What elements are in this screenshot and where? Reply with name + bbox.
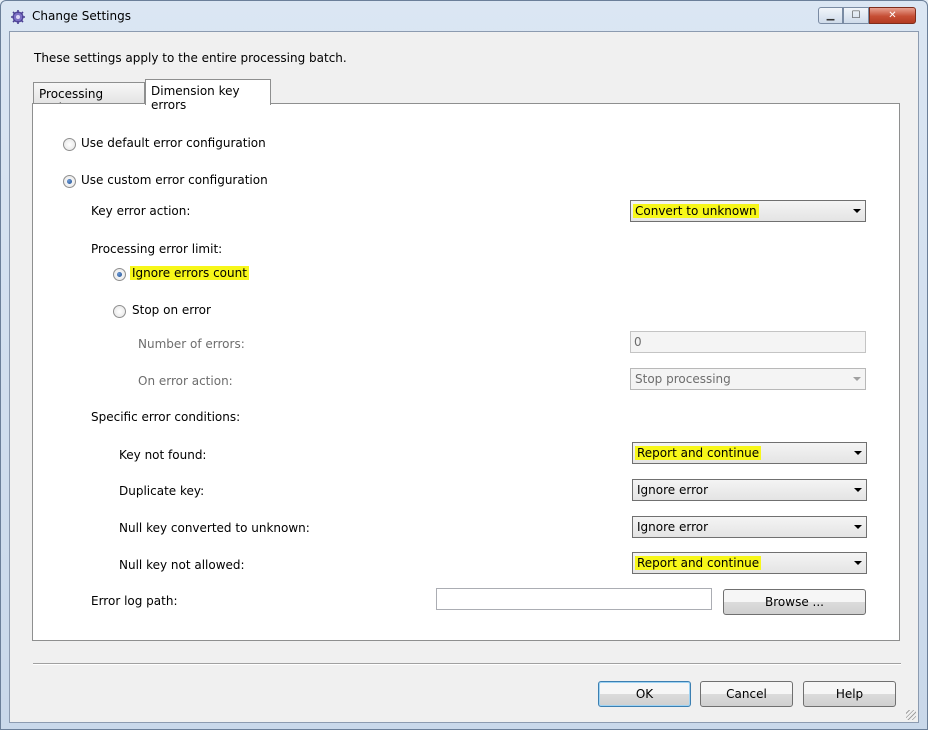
tab-dimension-key-errors[interactable]: Dimension key errors xyxy=(145,79,271,112)
dimension-key-errors-panel: Use default error configuration Use cust… xyxy=(32,103,900,641)
close-button[interactable]: ✕ xyxy=(869,7,916,24)
null-key-converted-value: Ignore error xyxy=(637,520,709,534)
custom-config-radio[interactable] xyxy=(63,175,76,188)
close-icon: ✕ xyxy=(888,10,897,21)
cancel-button-label: Cancel xyxy=(726,687,767,701)
chevron-down-icon xyxy=(854,451,862,455)
settings-gear-icon xyxy=(11,10,25,24)
custom-config-label[interactable]: Use custom error configuration xyxy=(81,173,268,187)
duplicate-key-value: Ignore error xyxy=(637,483,709,497)
duplicate-key-label: Duplicate key: xyxy=(119,484,205,498)
cancel-button[interactable]: Cancel xyxy=(700,681,793,707)
help-button[interactable]: Help xyxy=(803,681,896,707)
minimize-button[interactable]: ▁ xyxy=(818,7,843,24)
chevron-down-icon xyxy=(853,209,861,213)
null-key-converted-select[interactable]: Ignore error xyxy=(632,516,867,538)
specific-conditions-label: Specific error conditions: xyxy=(91,410,241,424)
error-log-path-label: Error log path: xyxy=(91,594,178,608)
intro-text: These settings apply to the entire proce… xyxy=(34,51,347,65)
tab-processing-options[interactable]: Processing options xyxy=(33,82,145,115)
browse-button-label: Browse ... xyxy=(765,595,824,609)
null-key-not-allowed-select[interactable]: Report and continue xyxy=(632,552,867,574)
key-not-found-value: Report and continue xyxy=(635,446,762,460)
on-error-action-select[interactable]: Stop processing xyxy=(630,368,866,390)
help-button-label: Help xyxy=(835,687,864,701)
on-error-action-value: Stop processing xyxy=(635,372,731,386)
key-error-action-label: Key error action: xyxy=(91,204,191,218)
change-settings-window: Change Settings ▁ ☐ ✕ These settings app… xyxy=(0,0,928,730)
default-config-label[interactable]: Use default error configuration xyxy=(81,136,266,150)
ok-button-label: OK xyxy=(635,687,654,701)
chevron-down-icon xyxy=(853,377,861,381)
number-of-errors-label: Number of errors: xyxy=(138,337,245,351)
ignore-errors-radio[interactable] xyxy=(113,268,126,281)
maximize-button[interactable]: ☐ xyxy=(843,7,869,24)
footer-separator xyxy=(33,663,901,665)
window-title: Change Settings xyxy=(32,9,131,23)
stop-on-error-radio[interactable] xyxy=(113,305,126,318)
error-log-path-input[interactable] xyxy=(436,588,712,610)
title-bar[interactable]: Change Settings ▁ ☐ ✕ xyxy=(1,1,927,31)
key-error-action-value: Convert to unknown xyxy=(633,204,759,218)
null-key-not-allowed-value: Report and continue xyxy=(635,556,762,570)
default-config-radio[interactable] xyxy=(63,138,76,151)
minimize-icon: ▁ xyxy=(826,10,835,21)
key-error-action-select[interactable]: Convert to unknown xyxy=(630,200,866,222)
ignore-errors-label[interactable]: Ignore errors count xyxy=(130,266,249,280)
null-key-converted-label: Null key converted to unknown: xyxy=(119,521,310,535)
processing-error-limit-label: Processing error limit: xyxy=(91,242,223,256)
resize-grip[interactable] xyxy=(906,710,916,720)
key-not-found-select[interactable]: Report and continue xyxy=(632,442,867,464)
ok-button[interactable]: OK xyxy=(598,681,691,707)
chevron-down-icon xyxy=(854,488,862,492)
key-not-found-label: Key not found: xyxy=(119,448,207,462)
number-of-errors-input[interactable]: 0 xyxy=(630,331,866,353)
chevron-down-icon xyxy=(854,525,862,529)
null-key-not-allowed-label: Null key not allowed: xyxy=(119,558,245,572)
stop-on-error-label[interactable]: Stop on error xyxy=(132,303,211,317)
browse-button[interactable]: Browse ... xyxy=(723,589,866,615)
dialog-client-area: These settings apply to the entire proce… xyxy=(9,31,919,723)
maximize-icon: ☐ xyxy=(851,10,861,21)
on-error-action-label: On error action: xyxy=(138,374,233,388)
chevron-down-icon xyxy=(854,561,862,565)
duplicate-key-select[interactable]: Ignore error xyxy=(632,479,867,501)
